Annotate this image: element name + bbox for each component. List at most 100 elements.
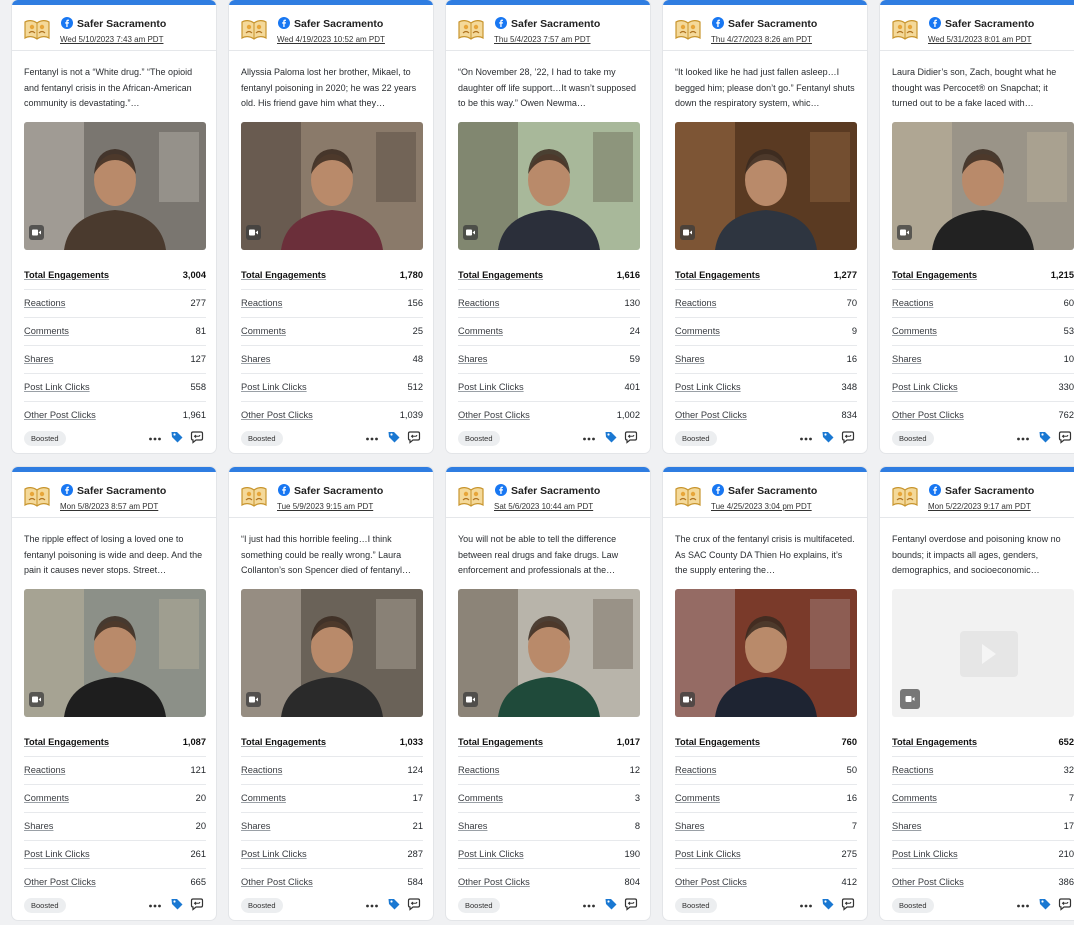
other-post-clicks-label[interactable]: Other Post Clicks xyxy=(675,410,747,420)
post-card-8[interactable]: Safer Sacramento Sat 5/6/2023 10:44 am P… xyxy=(446,467,650,920)
video-thumbnail[interactable] xyxy=(24,122,206,250)
post-date-link[interactable]: Tue 5/9/2023 9:15 am PDT xyxy=(277,502,373,511)
post-card-7[interactable]: Safer Sacramento Tue 5/9/2023 9:15 am PD… xyxy=(229,467,433,920)
tag-icon[interactable] xyxy=(1038,430,1052,449)
total-engagements-label[interactable]: Total Engagements xyxy=(458,270,543,280)
post-link-clicks-label[interactable]: Post Link Clicks xyxy=(241,382,307,392)
comments-label[interactable]: Comments xyxy=(241,793,286,803)
other-post-clicks-label[interactable]: Other Post Clicks xyxy=(458,410,530,420)
other-post-clicks-label[interactable]: Other Post Clicks xyxy=(892,410,964,420)
tag-icon[interactable] xyxy=(821,430,835,449)
reactions-label[interactable]: Reactions xyxy=(24,298,65,308)
reply-icon[interactable] xyxy=(624,430,638,449)
reactions-label[interactable]: Reactions xyxy=(675,765,716,775)
tag-icon[interactable] xyxy=(1038,897,1052,916)
tag-icon[interactable] xyxy=(821,897,835,916)
comments-label[interactable]: Comments xyxy=(892,326,937,336)
comments-label[interactable]: Comments xyxy=(675,326,720,336)
post-card-1[interactable]: Safer Sacramento Wed 5/10/2023 7:43 am P… xyxy=(12,0,216,453)
page-name[interactable]: Safer Sacramento xyxy=(728,485,817,497)
comments-label[interactable]: Comments xyxy=(675,793,720,803)
post-card-2[interactable]: Safer Sacramento Wed 4/19/2023 10:52 am … xyxy=(229,0,433,453)
tag-icon[interactable] xyxy=(170,430,184,449)
reply-icon[interactable] xyxy=(1058,897,1072,916)
reply-icon[interactable] xyxy=(407,430,421,449)
other-post-clicks-label[interactable]: Other Post Clicks xyxy=(24,877,96,887)
total-engagements-label[interactable]: Total Engagements xyxy=(24,737,109,747)
post-date-link[interactable]: Thu 4/27/2023 8:26 am PDT xyxy=(711,35,812,44)
reactions-label[interactable]: Reactions xyxy=(892,298,933,308)
page-name[interactable]: Safer Sacramento xyxy=(511,18,600,30)
other-post-clicks-label[interactable]: Other Post Clicks xyxy=(675,877,747,887)
other-post-clicks-label[interactable]: Other Post Clicks xyxy=(892,877,964,887)
post-link-clicks-label[interactable]: Post Link Clicks xyxy=(458,849,524,859)
post-card-4[interactable]: Safer Sacramento Thu 4/27/2023 8:26 am P… xyxy=(663,0,867,453)
reply-icon[interactable] xyxy=(841,430,855,449)
more-icon[interactable] xyxy=(582,899,596,917)
total-engagements-label[interactable]: Total Engagements xyxy=(458,737,543,747)
video-thumbnail[interactable] xyxy=(675,122,857,250)
other-post-clicks-label[interactable]: Other Post Clicks xyxy=(24,410,96,420)
post-date-link[interactable]: Wed 5/31/2023 8:01 am PDT xyxy=(928,35,1031,44)
reply-icon[interactable] xyxy=(624,897,638,916)
tag-icon[interactable] xyxy=(387,897,401,916)
post-date-link[interactable]: Mon 5/8/2023 8:57 am PDT xyxy=(60,502,158,511)
tag-icon[interactable] xyxy=(604,897,618,916)
post-card-3[interactable]: Safer Sacramento Thu 5/4/2023 7:57 am PD… xyxy=(446,0,650,453)
total-engagements-label[interactable]: Total Engagements xyxy=(892,270,977,280)
total-engagements-label[interactable]: Total Engagements xyxy=(892,737,977,747)
post-card-5[interactable]: Safer Sacramento Wed 5/31/2023 8:01 am P… xyxy=(880,0,1074,453)
shares-label[interactable]: Shares xyxy=(24,354,53,364)
reactions-label[interactable]: Reactions xyxy=(675,298,716,308)
post-card-10[interactable]: Safer Sacramento Mon 5/22/2023 9:17 am P… xyxy=(880,467,1074,920)
post-link-clicks-label[interactable]: Post Link Clicks xyxy=(675,849,741,859)
reply-icon[interactable] xyxy=(190,430,204,449)
post-date-link[interactable]: Wed 4/19/2023 10:52 am PDT xyxy=(277,35,385,44)
comments-label[interactable]: Comments xyxy=(458,793,503,803)
shares-label[interactable]: Shares xyxy=(458,354,487,364)
shares-label[interactable]: Shares xyxy=(24,821,53,831)
more-icon[interactable] xyxy=(148,899,162,917)
more-icon[interactable] xyxy=(799,899,813,917)
reply-icon[interactable] xyxy=(190,897,204,916)
post-link-clicks-label[interactable]: Post Link Clicks xyxy=(675,382,741,392)
comments-label[interactable]: Comments xyxy=(458,326,503,336)
total-engagements-label[interactable]: Total Engagements xyxy=(241,737,326,747)
comments-label[interactable]: Comments xyxy=(24,793,69,803)
page-name[interactable]: Safer Sacramento xyxy=(728,18,817,30)
shares-label[interactable]: Shares xyxy=(241,354,270,364)
more-icon[interactable] xyxy=(799,432,813,450)
video-thumbnail[interactable] xyxy=(675,589,857,717)
post-link-clicks-label[interactable]: Post Link Clicks xyxy=(892,382,958,392)
page-name[interactable]: Safer Sacramento xyxy=(945,18,1034,30)
page-name[interactable]: Safer Sacramento xyxy=(77,18,166,30)
reactions-label[interactable]: Reactions xyxy=(241,298,282,308)
page-name[interactable]: Safer Sacramento xyxy=(77,485,166,497)
video-thumbnail[interactable] xyxy=(241,122,423,250)
post-link-clicks-label[interactable]: Post Link Clicks xyxy=(24,382,90,392)
reply-icon[interactable] xyxy=(841,897,855,916)
comments-label[interactable]: Comments xyxy=(24,326,69,336)
shares-label[interactable]: Shares xyxy=(458,821,487,831)
video-thumbnail-placeholder[interactable] xyxy=(892,589,1074,717)
more-icon[interactable] xyxy=(148,432,162,450)
tag-icon[interactable] xyxy=(387,430,401,449)
reactions-label[interactable]: Reactions xyxy=(458,765,499,775)
post-date-link[interactable]: Mon 5/22/2023 9:17 am PDT xyxy=(928,502,1031,511)
reactions-label[interactable]: Reactions xyxy=(458,298,499,308)
shares-label[interactable]: Shares xyxy=(675,354,704,364)
shares-label[interactable]: Shares xyxy=(892,821,921,831)
post-date-link[interactable]: Thu 5/4/2023 7:57 am PDT xyxy=(494,35,591,44)
post-link-clicks-label[interactable]: Post Link Clicks xyxy=(458,382,524,392)
more-icon[interactable] xyxy=(582,432,596,450)
post-link-clicks-label[interactable]: Post Link Clicks xyxy=(892,849,958,859)
other-post-clicks-label[interactable]: Other Post Clicks xyxy=(458,877,530,887)
video-thumbnail[interactable] xyxy=(892,122,1074,250)
post-link-clicks-label[interactable]: Post Link Clicks xyxy=(24,849,90,859)
reactions-label[interactable]: Reactions xyxy=(241,765,282,775)
reply-icon[interactable] xyxy=(1058,430,1072,449)
post-date-link[interactable]: Sat 5/6/2023 10:44 am PDT xyxy=(494,502,593,511)
video-thumbnail[interactable] xyxy=(241,589,423,717)
more-icon[interactable] xyxy=(1016,899,1030,917)
reply-icon[interactable] xyxy=(407,897,421,916)
